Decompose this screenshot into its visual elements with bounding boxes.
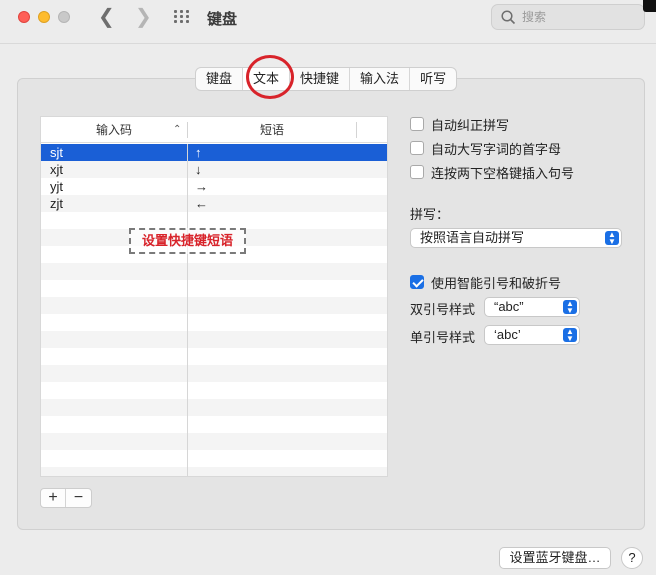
sort-ascending-icon: ⌃ xyxy=(173,124,182,135)
table-row[interactable]: sjt ↑ xyxy=(41,144,387,161)
empty-row xyxy=(41,399,387,416)
add-remove-control: + − xyxy=(40,488,92,508)
period-checkbox[interactable] xyxy=(410,165,424,179)
search-field[interactable] xyxy=(491,4,645,30)
table-row[interactable]: yjt → xyxy=(41,178,387,195)
add-button[interactable]: + xyxy=(41,489,66,507)
empty-row xyxy=(41,433,387,450)
table-row[interactable]: xjt ↓ xyxy=(41,161,387,178)
header-replace[interactable]: 输入码 xyxy=(41,117,187,143)
period-label: 连按两下空格键插入句号 xyxy=(431,165,575,181)
header-with[interactable]: 短语 xyxy=(188,117,356,143)
remove-button[interactable]: − xyxy=(66,489,91,507)
empty-row xyxy=(41,450,387,467)
forward-arrow-icon[interactable]: ❯ xyxy=(135,6,152,28)
empty-row xyxy=(41,365,387,382)
empty-row xyxy=(41,280,387,297)
cell-with: ↓ xyxy=(195,162,202,177)
capitalize-option[interactable]: 自动大写字词的首字母 xyxy=(410,139,561,157)
show-all-grid-icon[interactable] xyxy=(174,10,190,24)
annotation-label: 设置快捷键短语 xyxy=(129,228,246,254)
empty-row xyxy=(41,416,387,433)
column-divider xyxy=(187,144,188,476)
autocorrect-label: 自动纠正拼写 xyxy=(431,117,510,133)
smart-quotes-checkbox[interactable] xyxy=(410,275,424,289)
tab-input-sources[interactable]: 输入法 xyxy=(350,68,411,90)
search-icon xyxy=(501,10,516,25)
popup-arrows-icon: ▲ ▼ xyxy=(563,300,577,315)
double-quotes-popup[interactable]: “abc” ▲ ▼ xyxy=(484,297,580,317)
cell-with: ↑ xyxy=(195,145,202,160)
minimize-window-button[interactable] xyxy=(38,11,50,23)
double-quotes-label: 双引号样式 xyxy=(410,302,476,317)
double-quotes-value: “abc” xyxy=(494,299,524,314)
empty-row xyxy=(41,382,387,399)
empty-row xyxy=(41,212,387,229)
cell-with: ← xyxy=(195,196,208,211)
empty-row xyxy=(41,297,387,314)
popup-arrows-icon: ▲ ▼ xyxy=(563,328,577,343)
empty-row xyxy=(41,348,387,365)
header-divider xyxy=(356,122,357,138)
capitalize-checkbox[interactable] xyxy=(410,141,424,155)
table-header: 输入码 ⌃ 短语 xyxy=(41,117,387,143)
cell-with: → xyxy=(195,179,208,194)
tab-bar: 键盘 文本 快捷键 输入法 听写 xyxy=(195,67,458,91)
title-bar: ❮ ❯ 键盘 xyxy=(0,0,656,44)
highlight-circle xyxy=(246,55,294,99)
single-quotes-label: 单引号样式 xyxy=(410,330,476,345)
help-button[interactable]: ? xyxy=(621,547,643,569)
spelling-value: 按照语言自动拼写 xyxy=(420,230,525,245)
window-title: 键盘 xyxy=(207,11,238,28)
capitalize-label: 自动大写字词的首字母 xyxy=(431,141,562,157)
spelling-label: 拼写： xyxy=(410,207,450,222)
smart-quotes-option[interactable]: 使用智能引号和破折号 xyxy=(410,273,561,291)
spelling-popup[interactable]: 按照语言自动拼写 ▲ ▼ xyxy=(410,228,622,248)
popup-arrows-icon: ▲ ▼ xyxy=(605,231,619,246)
empty-row xyxy=(41,331,387,348)
text-replacement-table[interactable]: 输入码 ⌃ 短语 sjt ↑ xjt ↓ yjt → zjt ← xyxy=(40,116,388,477)
zoom-window-button[interactable] xyxy=(58,11,70,23)
setup-bluetooth-keyboard-button[interactable]: 设置蓝牙键盘… xyxy=(499,547,611,569)
table-body: sjt ↑ xjt ↓ yjt → zjt ← xyxy=(41,144,387,476)
autocorrect-option[interactable]: 自动纠正拼写 xyxy=(410,115,509,133)
smart-quotes-label: 使用智能引号和破折号 xyxy=(431,275,562,291)
tab-keyboard[interactable]: 键盘 xyxy=(196,68,244,90)
period-option[interactable]: 连按两下空格键插入句号 xyxy=(410,163,574,181)
table-row[interactable]: zjt ← xyxy=(41,195,387,212)
empty-row xyxy=(41,314,387,331)
single-quotes-value: ‘abc’ xyxy=(494,327,521,342)
cell-replace: xjt xyxy=(50,162,63,177)
cell-replace: zjt xyxy=(50,196,63,211)
autocorrect-checkbox[interactable] xyxy=(410,117,424,131)
corner-badge xyxy=(643,0,656,12)
empty-row xyxy=(41,263,387,280)
single-quotes-popup[interactable]: ‘abc’ ▲ ▼ xyxy=(484,325,580,345)
back-arrow-icon[interactable]: ❮ xyxy=(98,6,115,28)
empty-row xyxy=(41,467,387,476)
search-input[interactable] xyxy=(522,9,637,25)
close-window-button[interactable] xyxy=(18,11,30,23)
cell-replace: yjt xyxy=(50,179,63,194)
tab-shortcuts[interactable]: 快捷键 xyxy=(290,68,351,90)
tab-dictation[interactable]: 听写 xyxy=(410,68,456,90)
cell-replace: sjt xyxy=(50,145,63,160)
